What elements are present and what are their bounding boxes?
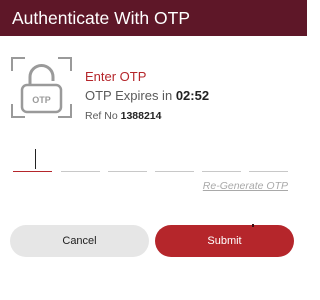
otp-digit-4[interactable] <box>155 146 194 172</box>
otp-digit-3[interactable] <box>108 146 147 172</box>
regenerate-otp-link[interactable]: Re-Generate OTP <box>203 180 288 192</box>
otp-digit-5[interactable] <box>202 146 241 172</box>
ref-value: 1388214 <box>120 110 162 122</box>
enter-otp-title: Enter OTP <box>85 69 147 84</box>
text-caret <box>35 149 36 169</box>
expiry-time: 02:52 <box>175 88 210 103</box>
otp-digit-6[interactable] <box>249 146 288 172</box>
otp-lock-icon: OTP <box>11 57 72 118</box>
ref-prefix: Ref No <box>85 110 118 122</box>
expiry-prefix: OTP Expires in <box>85 88 173 103</box>
otp-digit-1[interactable] <box>13 146 52 172</box>
reference-number: Ref No 1388214 <box>85 109 209 123</box>
page-title: Authenticate With OTP <box>12 8 190 28</box>
submit-button[interactable]: Submit <box>155 225 294 257</box>
header-bar: Authenticate With OTP <box>0 0 307 36</box>
button-edge-mark <box>252 224 254 227</box>
lock-label: OTP <box>32 95 51 105</box>
cancel-button[interactable]: Cancel <box>10 225 149 257</box>
otp-expiry: OTP Expires in 02:52 <box>85 88 209 104</box>
otp-digit-2[interactable] <box>61 146 100 172</box>
otp-info: Enter OTP OTP Expires in 02:52 Ref No 13… <box>85 69 209 123</box>
